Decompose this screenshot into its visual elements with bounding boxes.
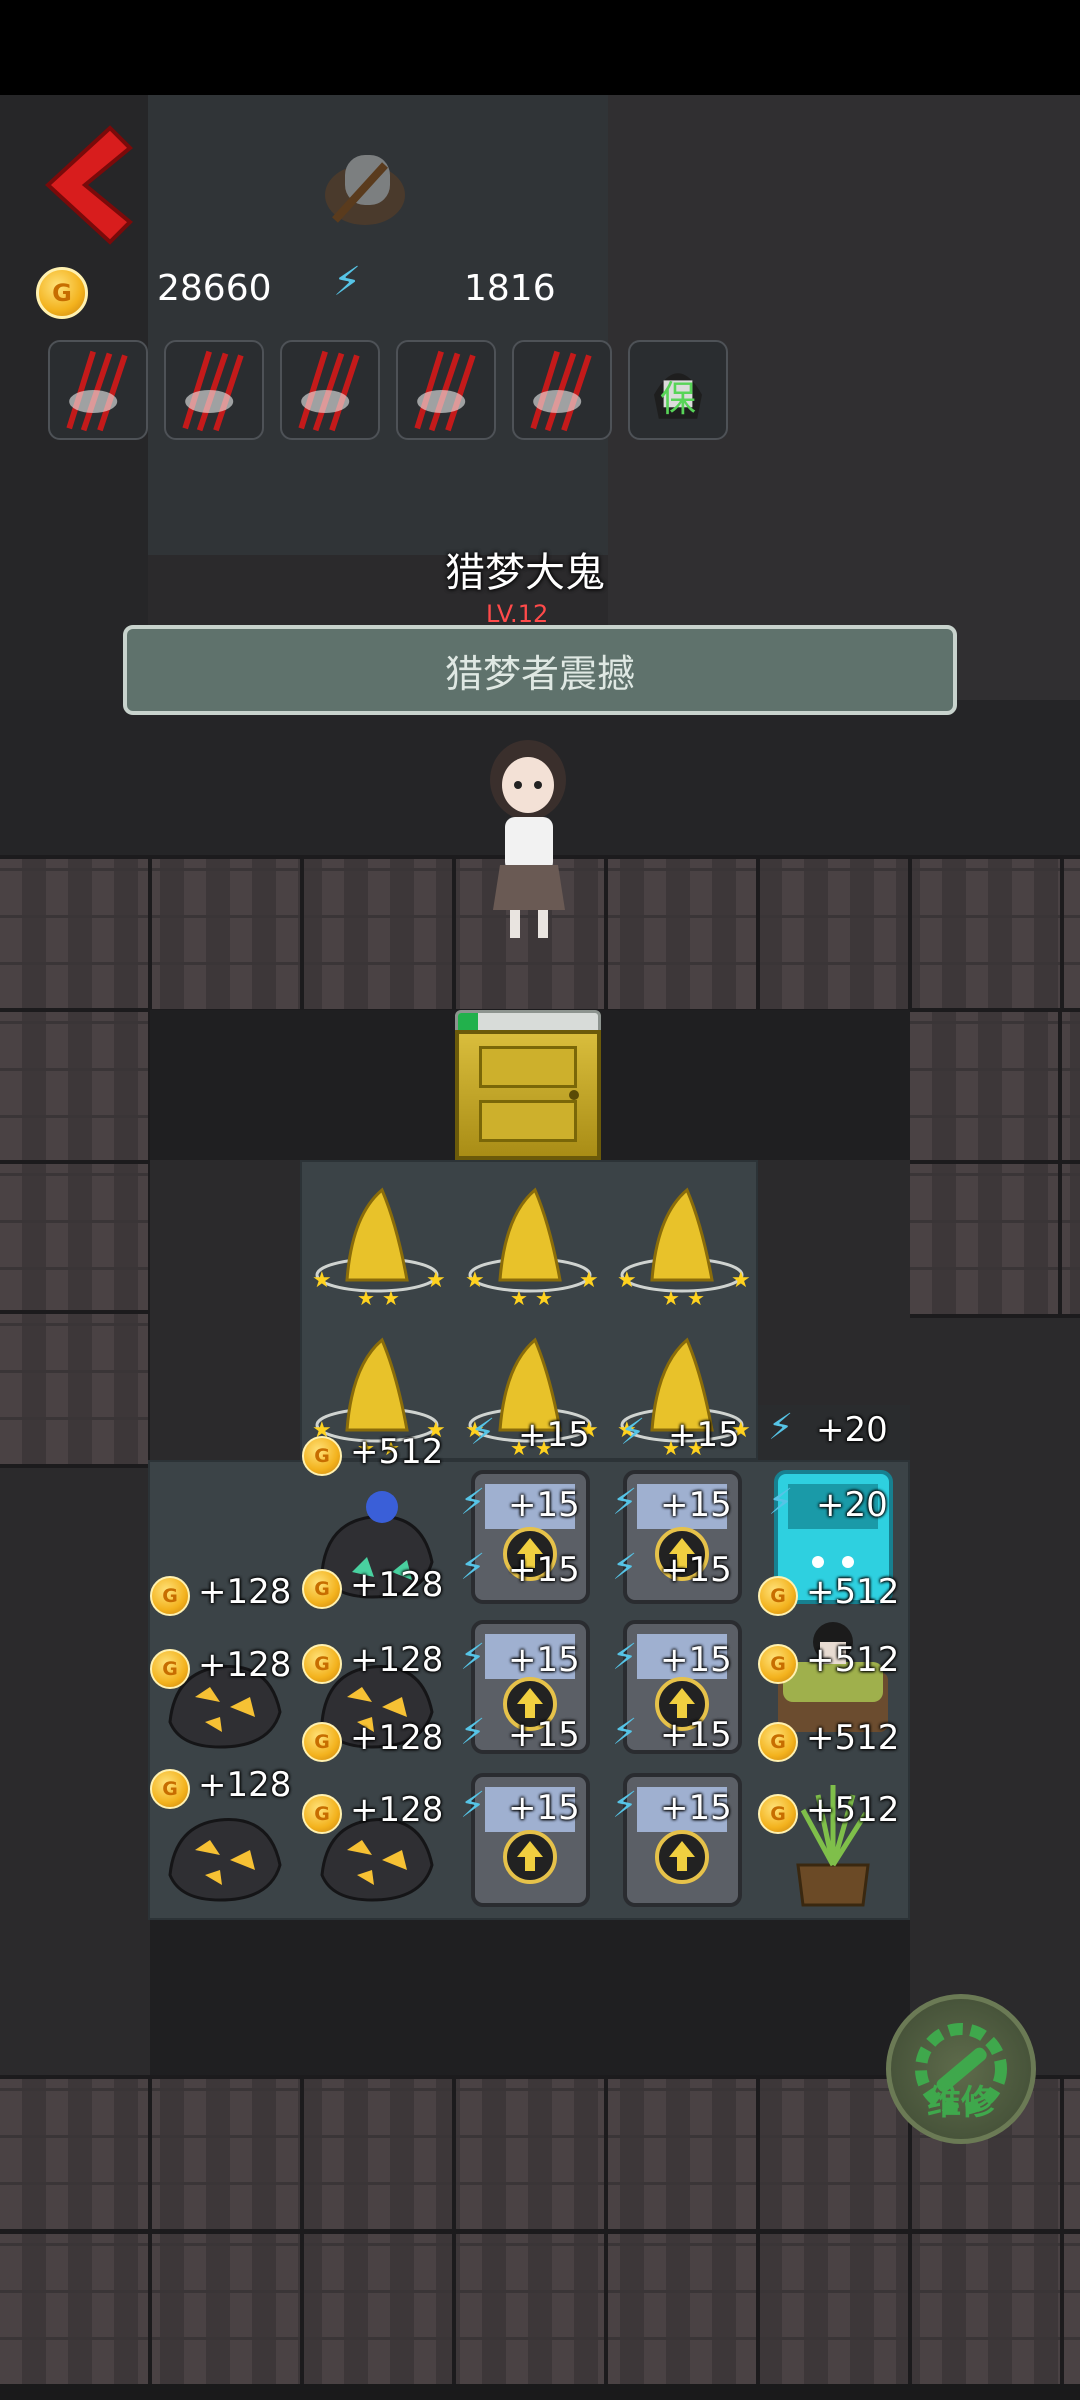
gold-coin-icon: G <box>302 1794 342 1834</box>
energy-bolt-icon: ⚡ <box>612 1482 638 1523</box>
svg-text:★: ★ <box>617 1268 637 1293</box>
energy-bolt-icon: ⚡ <box>620 1412 646 1453</box>
event-banner: 猎梦者震撼 <box>123 625 957 715</box>
player-character[interactable] <box>460 725 600 945</box>
resource-gain-label: +15 <box>668 1415 740 1455</box>
resource-gain-label: +128 <box>198 1572 292 1612</box>
resource-gain-label: +15 <box>508 1485 580 1525</box>
energy-bolt-icon: ⚡ <box>612 1785 638 1826</box>
furnace-icon[interactable] <box>315 135 415 235</box>
wall-row <box>0 2230 1080 2388</box>
resource-gain-label: +512 <box>806 1790 900 1830</box>
resource-gain-label: +128 <box>350 1718 444 1758</box>
resource-gain-label: +512 <box>350 1432 444 1472</box>
skill-slot-claw[interactable] <box>512 340 612 440</box>
energy-bolt-icon: ⚡ <box>612 1637 638 1678</box>
resource-gain-label: +15 <box>508 1788 580 1828</box>
gold-coin-icon: G <box>150 1769 190 1809</box>
energy-bolt-icon: ⚡ <box>460 1785 486 1826</box>
bottom-edge <box>0 2384 1080 2400</box>
gold-coin-icon: G <box>758 1722 798 1762</box>
energy-bolt-icon: ⚡ <box>460 1547 486 1588</box>
resource-gain-label: +512 <box>806 1718 900 1758</box>
wall-row <box>0 1160 150 1318</box>
energy-amount: 1816 <box>464 268 556 309</box>
energy-bolt-icon: ⚡ <box>333 259 362 305</box>
skill-slot-claw[interactable] <box>164 340 264 440</box>
ghost-name: 猎梦大鬼 <box>445 550 605 596</box>
energy-bolt-icon: ⚡ <box>470 1412 496 1453</box>
resource-gain-label: +15 <box>508 1550 580 1590</box>
resource-gain-label: +15 <box>660 1640 732 1680</box>
svg-text:★: ★ <box>579 1268 599 1293</box>
skill-slot-claw[interactable] <box>280 340 380 440</box>
resource-gain-label: +128 <box>198 1765 292 1805</box>
repair-label: 维修 <box>927 2083 995 2123</box>
resource-gain-label: +128 <box>350 1790 444 1830</box>
resource-gain-label: +15 <box>660 1485 732 1525</box>
svg-text:★: ★ <box>465 1268 485 1293</box>
resource-gain-label: +128 <box>350 1640 444 1680</box>
resource-gain-label: +15 <box>660 1550 732 1590</box>
svg-text:★: ★ <box>312 1268 332 1293</box>
golden-statue-icon[interactable]: ★ ★ ★ ★ <box>455 1165 605 1315</box>
golden-statue-icon[interactable]: ★ ★ ★ ★ <box>607 1165 757 1315</box>
svg-text:★: ★ <box>535 1286 553 1310</box>
wall-row <box>0 1310 150 1468</box>
wall-row <box>0 1008 150 1166</box>
gold-coin-icon: G <box>302 1722 342 1762</box>
gold-coin-icon: G <box>758 1644 798 1684</box>
resource-gain-label: +15 <box>508 1640 580 1680</box>
svg-text:★: ★ <box>357 1286 375 1310</box>
skill-slot-claw[interactable] <box>396 340 496 440</box>
resource-gain-label: +128 <box>198 1645 292 1685</box>
resource-gain-label: +15 <box>660 1788 732 1828</box>
gold-coin-icon: G <box>150 1576 190 1616</box>
wall-row <box>910 1008 1080 1166</box>
gold-coin-icon: G <box>758 1794 798 1834</box>
svg-text:★: ★ <box>662 1286 680 1310</box>
energy-bolt-icon: ⚡ <box>768 1482 794 1523</box>
back-button[interactable] <box>40 120 140 250</box>
resource-gain-label: +512 <box>806 1640 900 1680</box>
resource-gain-label: +15 <box>518 1415 590 1455</box>
gold-coin-icon: G <box>758 1576 798 1616</box>
svg-text:★: ★ <box>687 1286 705 1310</box>
resource-gain-label: +20 <box>816 1485 888 1525</box>
skill-slot-claw[interactable] <box>48 340 148 440</box>
gold-coin-icon: G <box>150 1649 190 1689</box>
resource-gain-label: +15 <box>508 1715 580 1755</box>
svg-text:★: ★ <box>731 1268 751 1293</box>
golden-statue-icon[interactable]: ★ ★ ★ ★ <box>302 1165 452 1315</box>
plant-pot-icon[interactable] <box>758 1765 908 1915</box>
gold-ore-icon[interactable] <box>302 1765 452 1915</box>
ghost-level: LV.12 <box>486 600 549 628</box>
resource-gain-label: +15 <box>660 1715 732 1755</box>
repair-button[interactable]: 维修 <box>886 1994 1036 2144</box>
ghost-avatar-icon: 保 <box>660 379 697 420</box>
resource-gain-label: +512 <box>806 1572 900 1612</box>
gold-coin-icon: G <box>302 1436 342 1476</box>
gold-coin-icon: G <box>302 1644 342 1684</box>
skill-slot-ghost[interactable]: 保 <box>628 340 728 440</box>
energy-bolt-icon: ⚡ <box>460 1712 486 1753</box>
gold-coin-icon: G <box>302 1569 342 1609</box>
wall-row <box>910 1160 1080 1318</box>
resource-gain-label: +20 <box>816 1410 888 1450</box>
inner-room-border <box>150 1910 910 2075</box>
energy-bolt-icon: ⚡ <box>460 1637 486 1678</box>
energy-bolt-icon: ⚡ <box>460 1482 486 1523</box>
svg-text:★: ★ <box>426 1268 446 1293</box>
gold-coin-icon: G <box>36 267 88 319</box>
golden-door[interactable] <box>455 1030 601 1160</box>
energy-bolt-icon: ⚡ <box>768 1407 794 1448</box>
status-bar <box>0 0 1080 95</box>
svg-text:★: ★ <box>510 1286 528 1310</box>
energy-bolt-icon: ⚡ <box>612 1712 638 1753</box>
resource-gain-label: +128 <box>350 1565 444 1605</box>
energy-bolt-icon: ⚡ <box>612 1547 638 1588</box>
gold-amount: 28660 <box>157 268 272 309</box>
svg-text:★: ★ <box>382 1286 400 1310</box>
